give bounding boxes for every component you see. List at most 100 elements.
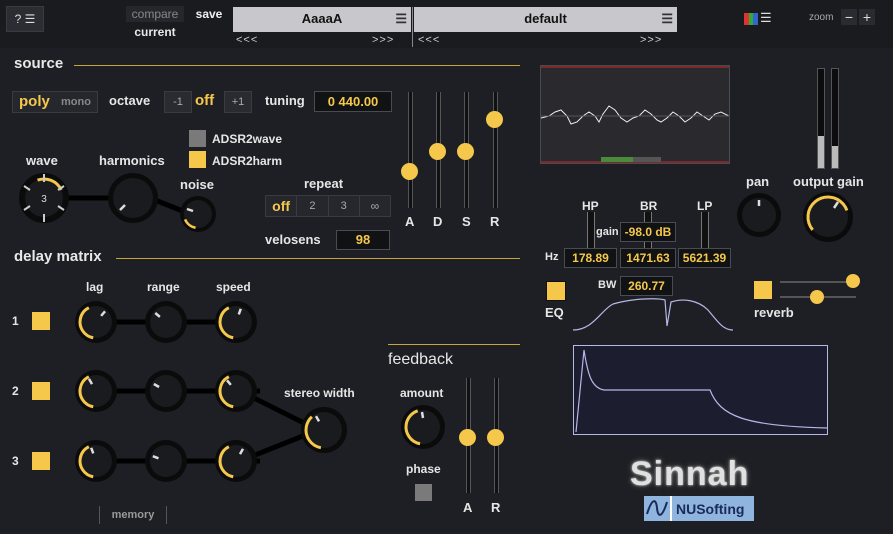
- sustain-fader-knob[interactable]: [457, 143, 474, 160]
- preset-b-menu-icon[interactable]: ☰: [661, 7, 673, 31]
- output-meter-right: [831, 68, 839, 169]
- memory-button[interactable]: memory: [99, 506, 167, 524]
- zoom-label: zoom: [809, 12, 834, 23]
- release-fader-knob[interactable]: [486, 111, 503, 128]
- tuning-value[interactable]: 0 440.00: [314, 91, 392, 112]
- range-knob-row-3[interactable]: [145, 440, 187, 482]
- gain-value[interactable]: -98.0 dB: [620, 222, 676, 242]
- reverb-label: reverb: [754, 305, 794, 320]
- octave-label: octave: [109, 93, 151, 108]
- reverb-slider-2-knob[interactable]: [810, 290, 824, 304]
- octave-plus-button[interactable]: +1: [224, 91, 252, 113]
- brand-name: Sinnah: [630, 455, 750, 493]
- output-knobs: [737, 189, 856, 245]
- row-1-toggle[interactable]: [32, 312, 50, 330]
- repeat-selector: off 2 3 ∞: [265, 195, 391, 217]
- zoom-plus-button[interactable]: +: [859, 9, 875, 25]
- reverb-slider-1-knob[interactable]: [846, 274, 860, 288]
- hp-value[interactable]: 178.89: [564, 248, 617, 268]
- attack-fader-track[interactable]: [408, 92, 413, 208]
- lp-label: LP: [697, 199, 713, 213]
- speed-knob-row-1[interactable]: [215, 301, 257, 343]
- wave-logo-icon: [644, 496, 672, 521]
- repeat-option-2[interactable]: 2: [296, 196, 327, 216]
- theme-menu-icon[interactable]: ☰: [760, 10, 772, 26]
- zoom-minus-button[interactable]: −: [841, 9, 857, 25]
- envelope-display: [573, 345, 828, 435]
- lp-fader[interactable]: [701, 212, 709, 248]
- phase-toggle[interactable]: [415, 484, 432, 501]
- compare-button[interactable]: compare: [126, 6, 184, 22]
- save-button[interactable]: save: [192, 6, 226, 22]
- attack-label: A: [405, 214, 415, 229]
- feedback-release-knob[interactable]: [487, 429, 504, 446]
- wave-knob[interactable]: 3: [19, 173, 69, 223]
- stereo-width-label: stereo width: [284, 386, 355, 400]
- color-theme-icon[interactable]: [744, 13, 759, 25]
- octave-minus-button[interactable]: -1: [164, 91, 192, 113]
- mono-option[interactable]: mono: [61, 96, 91, 108]
- pan-knob[interactable]: [737, 193, 781, 237]
- adsr2wave-toggle[interactable]: [189, 130, 206, 147]
- feedback-amount-knob[interactable]: [398, 402, 448, 452]
- row-3-toggle[interactable]: [32, 452, 50, 470]
- eq-toggle[interactable]: [546, 281, 566, 301]
- reverb-toggle[interactable]: [754, 281, 772, 299]
- poly-option[interactable]: poly: [19, 93, 50, 110]
- preset-a-next-arrows[interactable]: >>>: [372, 34, 394, 46]
- harmonics-knob[interactable]: [108, 173, 158, 223]
- lp-value[interactable]: 5621.39: [678, 248, 731, 268]
- row-2-toggle[interactable]: [32, 382, 50, 400]
- stereo-width-knob[interactable]: [301, 407, 347, 453]
- current-button[interactable]: current: [126, 24, 184, 40]
- waveform-trace: [540, 66, 730, 163]
- speed-knob-row-3[interactable]: [215, 440, 257, 482]
- preset-a-menu-icon[interactable]: ☰: [395, 7, 407, 31]
- preset-b-prev-arrows[interactable]: <<<: [418, 34, 440, 46]
- help-menu-button[interactable]: ? ☰: [6, 6, 44, 32]
- decay-fader-knob[interactable]: [429, 143, 446, 160]
- lag-knob-row-3[interactable]: [75, 440, 117, 482]
- feedback-attack-knob[interactable]: [459, 429, 476, 446]
- reverb-slider-1-track[interactable]: [780, 281, 856, 283]
- adsr2wave-label: ADSR2wave: [212, 132, 283, 146]
- velosens-value[interactable]: 98: [336, 230, 390, 250]
- release-label: R: [490, 214, 500, 229]
- poly-mono-switch[interactable]: poly mono: [12, 91, 98, 113]
- phase-label: phase: [406, 462, 441, 476]
- row-3-label: 3: [12, 454, 19, 468]
- preset-b-selector[interactable]: default ☰: [414, 7, 677, 32]
- speed-knob-row-2[interactable]: [215, 370, 257, 412]
- lag-knob-row-2[interactable]: [75, 370, 117, 412]
- lag-label: lag: [86, 280, 104, 294]
- hp-fader[interactable]: [587, 212, 595, 248]
- company-name: NUSofting: [676, 500, 745, 517]
- preset-b-next-arrows[interactable]: >>>: [640, 34, 662, 46]
- delay-divider: [116, 258, 520, 259]
- range-knob-row-1[interactable]: [145, 301, 187, 343]
- noise-knob[interactable]: [180, 196, 216, 232]
- row-2-label: 2: [12, 384, 19, 398]
- attack-fader-knob[interactable]: [401, 163, 418, 180]
- range-knob-row-2[interactable]: [145, 370, 187, 412]
- release-fader-track[interactable]: [493, 92, 498, 208]
- help-label: ?: [14, 12, 22, 26]
- octave-value[interactable]: off: [195, 92, 214, 109]
- repeat-option-3[interactable]: 3: [327, 196, 359, 216]
- source-divider: [74, 65, 520, 66]
- output-gain-knob[interactable]: [800, 189, 856, 245]
- pan-label: pan: [746, 174, 770, 189]
- wave-value: 3: [41, 194, 47, 205]
- source-section-title: source: [14, 55, 64, 72]
- preset-a-selector[interactable]: AaaaA ☰: [233, 7, 411, 32]
- output-meter-left: [817, 68, 825, 169]
- lag-knob-row-1[interactable]: [75, 301, 117, 343]
- br-value[interactable]: 1471.63: [620, 248, 676, 268]
- feedback-release-label: R: [491, 500, 501, 515]
- eq-label: EQ: [545, 305, 564, 320]
- repeat-option-off[interactable]: off: [266, 196, 296, 216]
- repeat-option-infinite[interactable]: ∞: [358, 196, 390, 216]
- preset-b-name: default: [524, 11, 567, 26]
- preset-a-prev-arrows[interactable]: <<<: [236, 34, 258, 46]
- sustain-label: S: [462, 214, 471, 229]
